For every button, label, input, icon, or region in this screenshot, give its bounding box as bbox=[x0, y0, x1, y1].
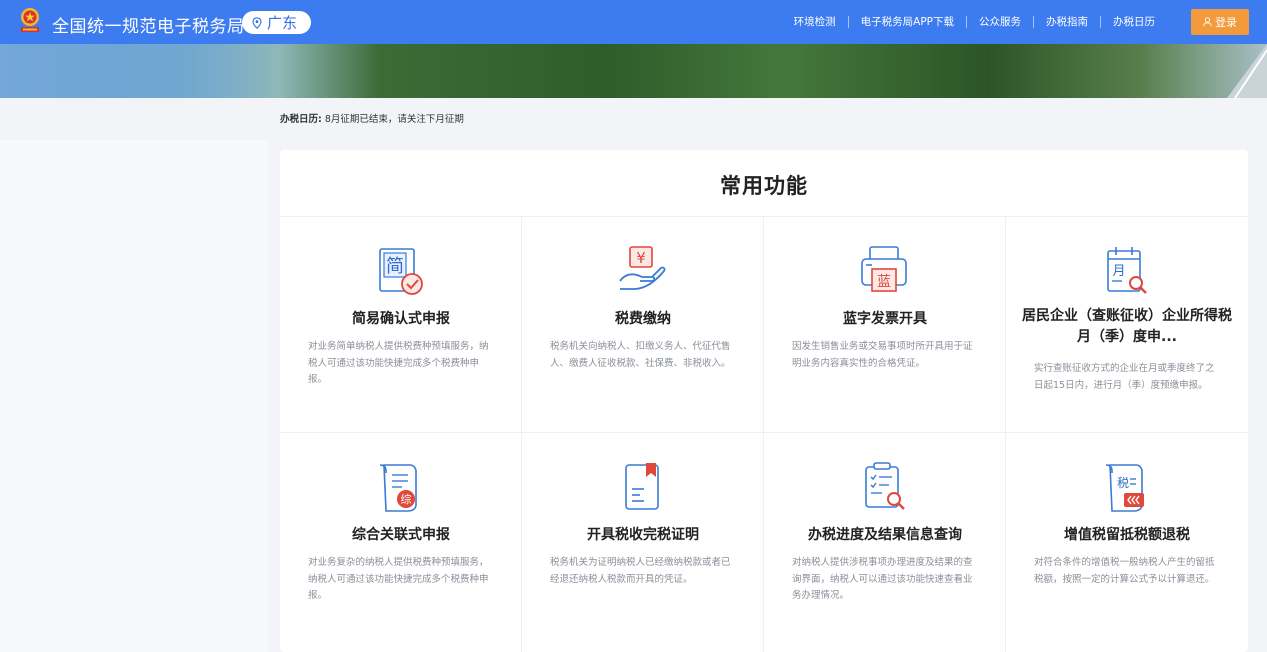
blue-invoice-icon: 蓝 bbox=[861, 246, 907, 292]
function-desc: 税务机关为证明纳税人已经缴纳税款或者已经退还纳税人税款而开具的凭证。 bbox=[550, 557, 731, 585]
function-title: 蓝字发票开具 bbox=[843, 311, 927, 327]
function-desc: 对符合条件的增值税一般纳税人产生的留抵税额，按照一定的计算公式予以计算退还。 bbox=[1034, 557, 1215, 585]
vat-refund-icon: 税 bbox=[1105, 464, 1144, 512]
nav-app-download[interactable]: 电子税务局APP下载 bbox=[849, 14, 966, 29]
nav-tax-calendar[interactable]: 办税日历 bbox=[1101, 14, 1167, 29]
function-tax-certificate[interactable]: 开具税收完税证明 税务机关为证明纳税人已经缴纳税款或者已经退还纳税人税款而开具的… bbox=[522, 433, 764, 652]
function-progress-query[interactable]: 办税进度及结果信息查询 对纳税人提供涉税事项办理进度及结果的查询界面，纳税人可以… bbox=[764, 433, 1006, 652]
function-title: 综合关联式申报 bbox=[352, 527, 450, 543]
function-blue-invoice[interactable]: 蓝 蓝字发票开具 因发生销售业务或交易事项时所开具用于证明业务内容真实性的合格凭… bbox=[764, 217, 1006, 433]
calendar-label: 办税日历: bbox=[280, 114, 322, 125]
function-desc: 税务机关向纳税人、扣缴义务人、代征代售人、缴费人征收税款、社保费、非税收入。 bbox=[550, 341, 731, 369]
function-title: 办税进度及结果信息查询 bbox=[808, 527, 962, 543]
function-grid: 简 简易确认式申报 对业务简单纳税人提供税费种预填服务，纳税人可通过该功能快捷完… bbox=[280, 217, 1248, 652]
region-selector[interactable]: 广东 bbox=[242, 11, 311, 34]
function-tax-payment[interactable]: ¥ 税费缴纳 税务机关向纳税人、扣缴义务人、代征代售人、缴费人征收税款、社保费、… bbox=[522, 217, 764, 433]
tax-payment-icon: ¥ bbox=[619, 246, 666, 290]
left-panel bbox=[0, 140, 268, 652]
common-functions-card: 常用功能 简 简易确认式申报 对业务简单纳税人提供税费种预填服务，纳税人可通过该… bbox=[280, 150, 1248, 652]
svg-text:税: 税 bbox=[1117, 476, 1129, 490]
top-header: 全国统一规范电子税务局 广东 环境检测 电子税务局APP下载 公众服务 办税指南… bbox=[0, 0, 1267, 44]
location-pin-icon bbox=[252, 16, 262, 29]
function-corporate-tax[interactable]: 月 居民企业（查账征收）企业所得税月（季）度申... 实行查账征收方式的企业在月… bbox=[1006, 217, 1248, 433]
calendar-text: 8月征期已结束，请关注下月征期 bbox=[324, 114, 464, 125]
function-title: 税费缴纳 bbox=[615, 311, 671, 327]
corporate-tax-icon: 月 bbox=[1107, 247, 1147, 294]
comprehensive-declare-icon: 综 bbox=[379, 464, 417, 512]
function-simple-declare[interactable]: 简 简易确认式申报 对业务简单纳税人提供税费种预填服务，纳税人可通过该功能快捷完… bbox=[280, 217, 522, 433]
svg-text:蓝: 蓝 bbox=[877, 274, 891, 290]
function-desc: 对业务简单纳税人提供税费种预填服务，纳税人可通过该功能快捷完成多个税费种申报。 bbox=[308, 341, 489, 385]
function-desc: 因发生销售业务或交易事项时所开具用于证明业务内容真实性的合格凭证。 bbox=[792, 341, 973, 369]
top-nav: 环境检测 电子税务局APP下载 公众服务 办税指南 办税日历 bbox=[782, 14, 1167, 29]
banner-sky bbox=[0, 44, 260, 98]
progress-query-icon bbox=[865, 462, 905, 510]
banner-road bbox=[1227, 44, 1267, 98]
function-comprehensive-declare[interactable]: 综 综合关联式申报 对业务复杂的纳税人提供税费种预填服务，纳税人可通过该功能快捷… bbox=[280, 433, 522, 652]
site-title[interactable]: 全国统一规范电子税务局 bbox=[52, 12, 245, 37]
svg-text:月: 月 bbox=[1112, 264, 1125, 279]
section-title: 常用功能 bbox=[720, 174, 808, 198]
tax-certificate-icon bbox=[625, 463, 659, 510]
svg-text:¥: ¥ bbox=[636, 249, 646, 267]
function-title: 简易确认式申报 bbox=[352, 311, 450, 327]
function-desc: 对纳税人提供涉税事项办理进度及结果的查询界面，纳税人可以通过该功能快速查看业务办… bbox=[792, 557, 973, 601]
svg-text:综: 综 bbox=[401, 492, 412, 506]
nav-public-service[interactable]: 公众服务 bbox=[967, 14, 1033, 29]
tax-emblem-icon bbox=[21, 8, 39, 32]
function-title: 居民企业（查账征收）企业所得税月（季）度申... bbox=[1022, 308, 1232, 345]
function-desc: 实行查账征收方式的企业在月或季度终了之日起15日内，进行月（季）度预缴申报。 bbox=[1034, 363, 1215, 391]
calendar-strip: 办税日历: 8月征期已结束，请关注下月征期 bbox=[0, 98, 1267, 138]
region-label: 广东 bbox=[267, 14, 298, 32]
user-icon bbox=[1203, 17, 1212, 27]
nav-tax-guide[interactable]: 办税指南 bbox=[1034, 14, 1100, 29]
svg-text:简: 简 bbox=[386, 256, 404, 277]
calendar-notice[interactable]: 办税日历: 8月征期已结束，请关注下月征期 bbox=[280, 111, 464, 125]
function-vat-refund[interactable]: 税 增值税留抵税额退税 对符合条件的增值税一般纳税人产生的留抵税额，按照一定的计… bbox=[1006, 433, 1248, 652]
function-desc: 对业务复杂的纳税人提供税费种预填服务，纳税人可通过该功能快捷完成多个税费种申报。 bbox=[308, 557, 489, 601]
simple-declare-icon: 简 bbox=[379, 248, 423, 295]
function-title: 增值税留抵税额退税 bbox=[1064, 527, 1190, 543]
login-label: 登录 bbox=[1215, 16, 1237, 29]
nav-env-check[interactable]: 环境检测 bbox=[782, 14, 848, 29]
login-button[interactable]: 登录 bbox=[1191, 9, 1249, 35]
hero-banner bbox=[0, 44, 1267, 98]
function-title: 开具税收完税证明 bbox=[587, 527, 699, 543]
